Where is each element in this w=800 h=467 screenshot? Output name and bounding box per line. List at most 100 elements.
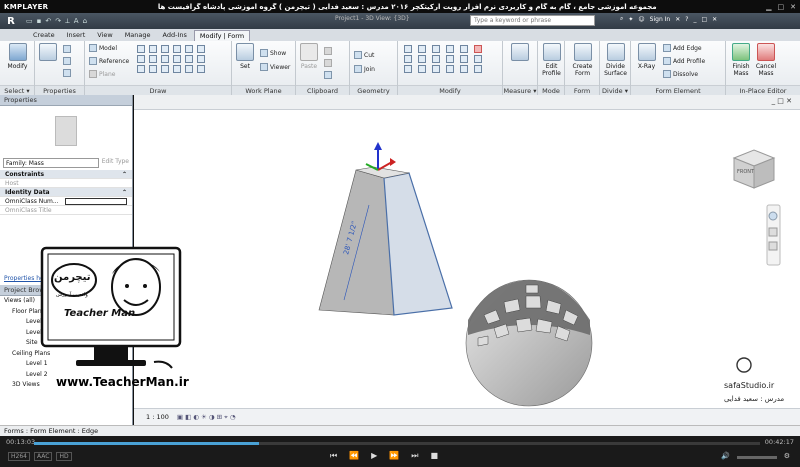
delete-icon[interactable] xyxy=(474,45,482,53)
edit-type-button[interactable]: Edit Type xyxy=(102,158,129,168)
spline-icon[interactable] xyxy=(149,55,157,63)
create-form-button[interactable]: Create Form xyxy=(568,43,597,77)
plane-button[interactable]: Plane xyxy=(89,70,115,78)
tab-modify-form[interactable]: Modify | Form xyxy=(193,30,251,41)
cut-clip-button[interactable] xyxy=(324,59,332,67)
win-max[interactable]: □ xyxy=(701,16,707,23)
help-icon[interactable]: ? xyxy=(685,16,688,23)
edit-profile-button[interactable]: Edit Profile xyxy=(539,43,564,77)
save-icon[interactable]: ▪ xyxy=(37,17,42,26)
binoculars-icon[interactable]: ⌕ xyxy=(620,15,623,23)
trim-icon[interactable] xyxy=(446,55,454,63)
settings-icon[interactable]: ⚙ xyxy=(784,452,790,460)
cut-geometry-button[interactable]: Cut xyxy=(354,51,374,59)
pick-face-icon[interactable] xyxy=(137,65,145,73)
tab-view[interactable]: View xyxy=(92,30,117,41)
pyramid-mass[interactable] xyxy=(318,166,453,316)
stop-icon[interactable]: ■ xyxy=(431,451,439,461)
3d-gizmo[interactable] xyxy=(365,142,396,171)
type-properties-button[interactable] xyxy=(39,43,57,63)
join-geometry-button[interactable]: Join xyxy=(354,65,375,73)
paste-button[interactable]: Paste xyxy=(299,43,319,70)
prop-small-2[interactable] xyxy=(63,57,71,65)
measure-icon[interactable]: ⟂ xyxy=(65,17,70,26)
zoom-icon[interactable] xyxy=(768,227,778,237)
tab-insert[interactable]: Insert xyxy=(62,30,91,41)
partial-ellipse-icon[interactable] xyxy=(173,55,181,63)
spline-through-icon[interactable] xyxy=(149,65,157,73)
sign-in-link[interactable]: Sign In xyxy=(650,16,671,23)
tab-manage[interactable]: Manage xyxy=(120,30,156,41)
fillet-icon[interactable] xyxy=(137,55,145,63)
divide-surface-button[interactable]: Divide Surface xyxy=(601,43,630,77)
volume-slider[interactable] xyxy=(736,456,777,459)
scale-icon[interactable] xyxy=(474,55,482,63)
finish-mass-button[interactable]: Finish Mass xyxy=(729,43,753,77)
model-line-button[interactable]: Model xyxy=(89,44,117,52)
hexagon-icon[interactable] xyxy=(185,65,193,73)
3d-icon[interactable]: ⌂ xyxy=(83,17,87,26)
3d-viewport[interactable]: 28' 7 1/2" FRONT safaStudio.ir مدرس: سع… xyxy=(134,110,800,408)
forward-icon[interactable]: ⏩ xyxy=(389,451,399,461)
match-button[interactable] xyxy=(324,71,332,79)
ellipse-icon[interactable] xyxy=(161,55,169,63)
prop-omniclass-num[interactable]: OmniClass Num... xyxy=(0,197,132,206)
rewind-icon[interactable]: ⏪ xyxy=(349,451,359,461)
circle-icon[interactable] xyxy=(173,45,181,53)
split-icon[interactable] xyxy=(460,45,468,53)
align-icon[interactable] xyxy=(404,45,412,53)
add-edge-button[interactable]: Add Edge xyxy=(663,44,702,52)
line-icon[interactable] xyxy=(137,45,145,53)
panel-measure-label[interactable]: Measure ▾ xyxy=(503,85,537,95)
subscription-icon[interactable]: ✦ xyxy=(628,16,633,23)
set-work-plane-button[interactable]: Set xyxy=(235,43,255,70)
modify-button[interactable]: Modify xyxy=(5,43,30,70)
polyline-icon[interactable] xyxy=(161,65,169,73)
viewer-button[interactable]: Viewer xyxy=(260,63,290,71)
offset-icon[interactable] xyxy=(418,45,426,53)
minimize-icon[interactable]: ▁ xyxy=(766,3,771,11)
group-constraints[interactable]: Constraints ⌃ xyxy=(0,170,132,179)
prop-small-3[interactable] xyxy=(63,69,71,77)
view-controls-icons[interactable]: ▣ ◧ ◐ ☀ ◑ ⊞ ⌖ ◔ xyxy=(177,413,236,422)
tab-add-ins[interactable]: Add-Ins xyxy=(158,30,192,41)
checkbox-icon[interactable] xyxy=(197,65,205,73)
show-work-plane-button[interactable]: Show xyxy=(260,49,286,57)
unpin-icon[interactable] xyxy=(418,65,426,73)
revit-app-button[interactable]: R xyxy=(0,13,22,29)
dissolve-button[interactable]: Dissolve xyxy=(663,70,698,78)
open-icon[interactable]: ▭ xyxy=(26,17,33,26)
extend-icon[interactable] xyxy=(474,65,482,73)
copy-tool-icon[interactable] xyxy=(418,55,426,63)
undo-icon[interactable]: ↶ xyxy=(45,17,51,26)
divided-sphere[interactable] xyxy=(465,279,593,407)
cancel-mass-button[interactable]: Cancel Mass xyxy=(754,43,778,77)
move-icon[interactable] xyxy=(404,55,412,63)
mirror-draw-icon[interactable] xyxy=(446,45,454,53)
volume-icon[interactable]: 🔊 xyxy=(721,452,730,460)
tab-create[interactable]: Create xyxy=(28,30,60,41)
steering-wheel-icon[interactable] xyxy=(768,211,778,221)
pick-lines-icon[interactable] xyxy=(197,55,205,63)
prop-small-1[interactable] xyxy=(63,45,71,53)
trim-extend-icon[interactable] xyxy=(432,65,440,73)
split-gap-icon[interactable] xyxy=(446,65,454,73)
user-icon[interactable]: ☺ xyxy=(638,16,644,23)
next-icon[interactable]: ⏭ xyxy=(411,451,418,461)
win-close[interactable]: ✕ xyxy=(712,16,717,23)
xray-button[interactable]: X-Ray xyxy=(634,43,659,70)
tangent-arc-icon[interactable] xyxy=(197,45,205,53)
star-icon[interactable] xyxy=(173,65,181,73)
reference-line-button[interactable]: Reference xyxy=(89,57,129,65)
panel-select-label[interactable]: Select ▾ xyxy=(0,85,34,95)
prev-icon[interactable]: ⏮ xyxy=(330,451,337,461)
viewcube[interactable]: FRONT xyxy=(732,149,776,189)
text-icon[interactable]: A xyxy=(74,17,79,26)
polygon-icon[interactable] xyxy=(161,45,169,53)
search-input[interactable]: Type a keyword or phrase xyxy=(470,15,595,26)
view-window-controls[interactable]: _ □ ✕ xyxy=(772,97,792,105)
array-icon[interactable] xyxy=(460,55,468,63)
redo-icon[interactable]: ↷ xyxy=(55,17,61,26)
pan-icon[interactable] xyxy=(768,241,778,251)
rectangle-icon[interactable] xyxy=(149,45,157,53)
